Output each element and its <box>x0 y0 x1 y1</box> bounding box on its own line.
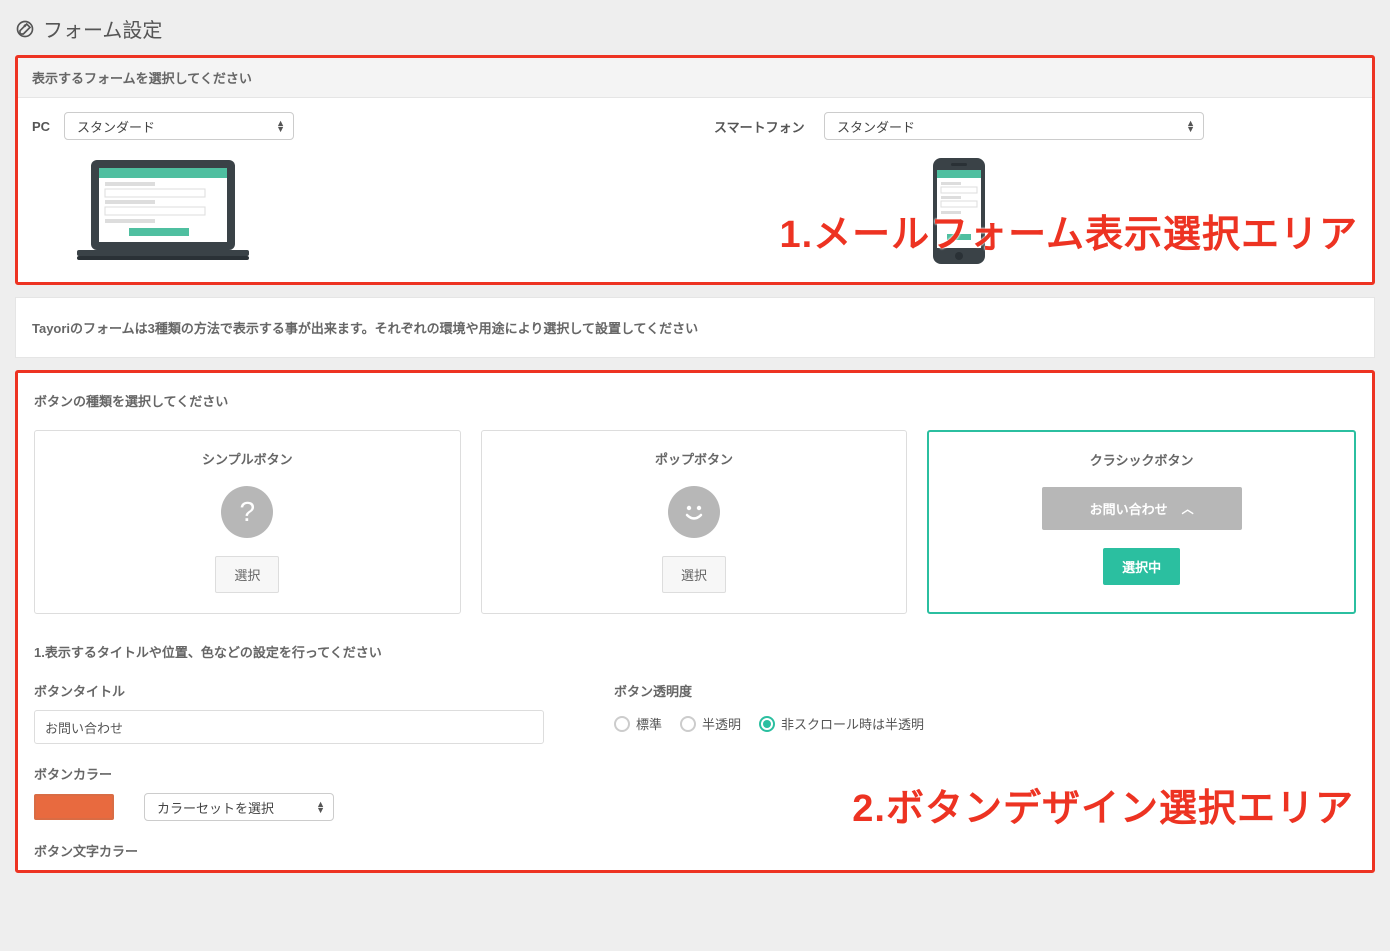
card-title-pop: ポップボタン <box>655 449 733 468</box>
info-box: Tayoriのフォームは3種類の方法で表示する事が出来ます。それぞれの環境や用途… <box>15 297 1375 358</box>
section1-header: 表示するフォームを選択してください <box>18 58 1372 98</box>
card-title-simple: シンプルボタン <box>202 449 293 468</box>
classic-button-preview: お問い合わせ ︿ <box>1042 487 1242 530</box>
pc-label: PC <box>32 119 54 134</box>
page-title: フォーム設定 <box>43 14 162 43</box>
opacity-label: ボタン透明度 <box>614 681 1356 700</box>
select-arrows-icon: ▲▼ <box>1186 120 1195 132</box>
opacity-radio-group: 標準 半透明 非スクロール時は半透明 <box>614 714 1356 733</box>
form-display-selection-area: 表示するフォームを選択してください PC スタンダード ▲▼ <box>15 55 1375 285</box>
radio-icon <box>614 716 630 732</box>
color-set-select-value: カラーセットを選択 <box>157 798 274 817</box>
button-title-label: ボタンタイトル <box>34 681 554 700</box>
annotation-1: 1.メールフォーム表示選択エリア <box>779 203 1358 258</box>
button-card-classic: クラシックボタン お問い合わせ ︿ 選択中 <box>927 430 1356 614</box>
pc-column: PC スタンダード ▲▼ <box>32 112 294 266</box>
section2-header: ボタンの種類を選択してください <box>34 391 1356 410</box>
settings-subtitle: 1.表示するタイトルや位置、色などの設定を行ってください <box>34 642 1356 661</box>
select-simple-button[interactable]: 選択 <box>215 556 279 593</box>
button-card-simple: シンプルボタン ? 選択 <box>34 430 461 614</box>
page-header: フォーム設定 <box>15 10 1375 55</box>
opacity-option-nonscroll[interactable]: 非スクロール時は半透明 <box>759 714 924 733</box>
smartphone-label: スマートフォン <box>714 117 814 136</box>
select-pop-button[interactable]: 選択 <box>662 556 726 593</box>
smartphone-form-select[interactable]: スタンダード ▲▼ <box>824 112 1204 140</box>
button-text-color-field: ボタン文字カラー <box>34 841 554 860</box>
pc-preview <box>32 150 294 266</box>
button-text-color-label: ボタン文字カラー <box>34 841 554 860</box>
pc-form-select[interactable]: スタンダード ▲▼ <box>64 112 294 140</box>
button-design-selection-area: ボタンの種類を選択してください シンプルボタン ? 選択 ポップボタン 選択 <box>15 370 1375 873</box>
edit-icon <box>15 19 35 39</box>
opacity-option-standard[interactable]: 標準 <box>614 714 662 733</box>
opacity-option-label: 半透明 <box>702 714 741 733</box>
radio-checked-icon <box>759 716 775 732</box>
button-color-label: ボタンカラー <box>34 764 554 783</box>
opacity-option-label: 非スクロール時は半透明 <box>781 714 924 733</box>
smile-icon <box>668 486 720 538</box>
button-color-swatch[interactable] <box>34 794 114 820</box>
chevron-up-icon: ︿ <box>1182 500 1194 517</box>
pc-form-select-value: スタンダード <box>77 117 155 136</box>
button-card-pop: ポップボタン 選択 <box>481 430 908 614</box>
annotation-2: 2.ボタンデザイン選択エリア <box>852 777 1354 832</box>
button-title-input[interactable] <box>34 710 544 744</box>
radio-icon <box>680 716 696 732</box>
smartphone-form-select-value: スタンダード <box>837 117 915 136</box>
select-classic-button[interactable]: 選択中 <box>1103 548 1180 585</box>
opacity-option-label: 標準 <box>636 714 662 733</box>
color-set-select[interactable]: カラーセットを選択 ▲▼ <box>144 793 334 821</box>
button-color-field: ボタンカラー カラーセットを選択 ▲▼ <box>34 764 554 821</box>
card-title-classic: クラシックボタン <box>1090 450 1194 469</box>
classic-preview-text: お問い合わせ <box>1090 499 1168 518</box>
select-arrows-icon: ▲▼ <box>276 120 285 132</box>
question-icon: ? <box>221 486 273 538</box>
button-title-field: ボタンタイトル <box>34 681 554 744</box>
select-arrows-icon: ▲▼ <box>316 801 325 813</box>
laptop-icon <box>69 156 257 266</box>
opacity-option-translucent[interactable]: 半透明 <box>680 714 741 733</box>
